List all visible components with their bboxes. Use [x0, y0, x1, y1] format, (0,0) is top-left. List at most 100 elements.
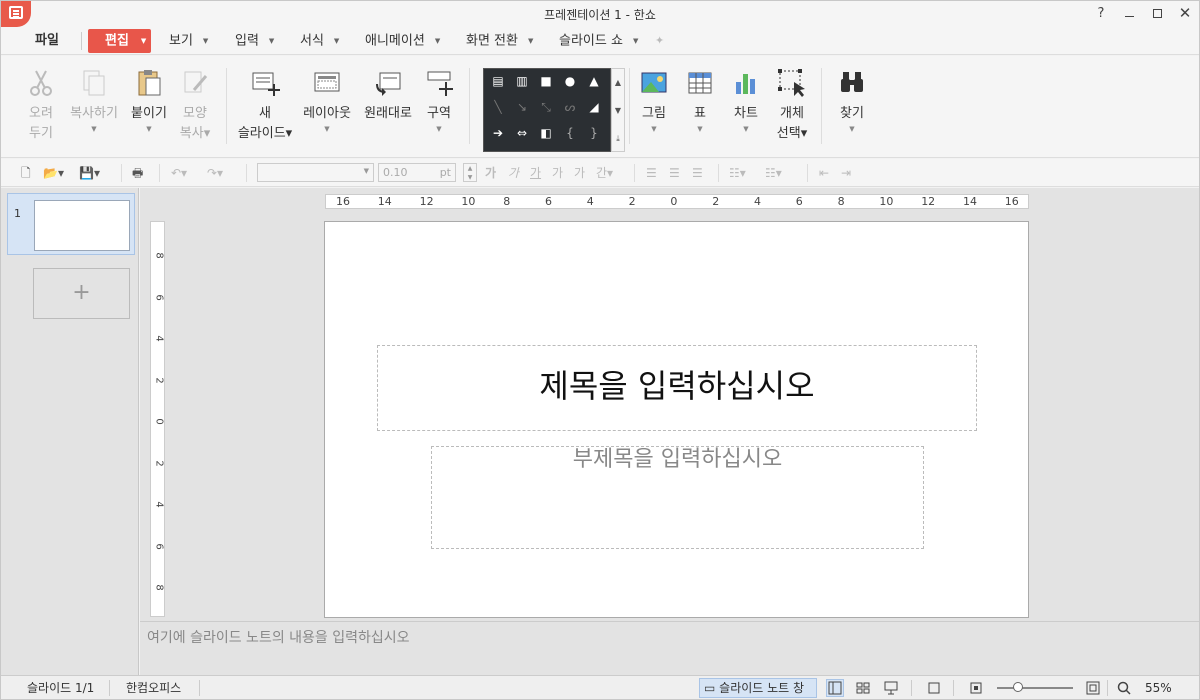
close-button[interactable]: ✕	[1177, 4, 1193, 22]
title-placeholder[interactable]: 제목을 입력하십시오	[377, 345, 977, 431]
bullet-list-icon[interactable]: ☷▾	[729, 165, 746, 181]
redo-icon[interactable]: ↷▾	[207, 165, 223, 181]
align-right-icon[interactable]: ☰	[692, 165, 703, 181]
scroll-up-icon[interactable]: ▲	[612, 69, 624, 97]
rectangle-shape-icon[interactable]: ■	[536, 71, 556, 91]
slideshow-view-icon[interactable]	[925, 679, 943, 697]
ribbon-divider	[629, 68, 630, 144]
textbox-shape-icon[interactable]: ▤	[488, 71, 508, 91]
menu-edit[interactable]: 편집 ▼	[88, 29, 151, 53]
left-right-arrow-shape-icon[interactable]: ⇔	[512, 123, 532, 143]
font-size-spinner[interactable]: ▲ ▼	[463, 163, 477, 182]
zoom-level[interactable]: 55%	[1145, 680, 1172, 696]
menu-view[interactable]: 보기 ▼	[169, 29, 208, 53]
cut-button[interactable]: 오려두기	[19, 68, 63, 144]
menu-file[interactable]: 파일	[35, 29, 59, 53]
chevron-down-icon: ▼	[202, 37, 209, 45]
save-icon[interactable]: 💾▾	[79, 165, 100, 181]
scissors-icon	[26, 68, 56, 98]
double-arrow-line-shape-icon[interactable]: ⤡	[536, 97, 556, 117]
select-object-button[interactable]: 개체 선택▾	[775, 68, 809, 144]
vertical-ruler[interactable]: 8 6 4 2 0 2 4 6 8	[150, 221, 165, 617]
undo-icon[interactable]: ↶▾	[171, 165, 187, 181]
menu-format[interactable]: 서식 ▼	[300, 29, 339, 53]
zoom-slider-track[interactable]	[997, 687, 1073, 689]
align-left-icon[interactable]: ☰	[646, 165, 657, 181]
print-icon[interactable]: 🖶	[132, 165, 143, 181]
minimize-button[interactable]	[1121, 4, 1137, 22]
zoom-slider-thumb[interactable]	[1013, 682, 1023, 692]
font-name-select[interactable]: ▼	[257, 163, 374, 182]
curve-shape-icon[interactable]: ᔕ	[560, 97, 580, 117]
slide-thumbnail-1[interactable]: 1	[7, 193, 135, 255]
circle-shape-icon[interactable]: ●	[560, 71, 580, 91]
shadow-button[interactable]: 간▾	[596, 165, 613, 181]
fit-window-icon[interactable]	[1084, 679, 1102, 697]
presenter-view-icon[interactable]	[882, 679, 900, 697]
chart-button[interactable]: 차트 ▼	[729, 68, 763, 134]
notes-pane-toggle[interactable]: ▭ 슬라이드 노트 창	[699, 678, 817, 698]
section-button[interactable]: 구역 ▼	[421, 68, 457, 134]
extension-icon[interactable]: ✦	[655, 34, 669, 47]
menu-slideshow[interactable]: 슬라이드 쇼 ▼	[559, 29, 638, 53]
horizontal-ruler[interactable]: 16 14 12 10 8 6 4 2 0 2 4 6 8 10 12 14 16	[325, 194, 1029, 209]
vertical-textbox-shape-icon[interactable]: ▥	[512, 71, 532, 91]
help-button[interactable]: ?	[1093, 4, 1109, 22]
right-arrow-shape-icon[interactable]: ➔	[488, 123, 508, 143]
toolbar-divider	[121, 164, 122, 182]
layout-button[interactable]: 레이아웃 ▼	[301, 68, 353, 134]
zoom-icon[interactable]	[1115, 679, 1133, 697]
paste-button[interactable]: 붙이기 ▼	[129, 68, 169, 134]
picture-button[interactable]: 그림 ▼	[637, 68, 671, 134]
notes-pane[interactable]: 여기에 슬라이드 노트의 내용을 입력하십시오	[140, 621, 1199, 675]
new-slide-button[interactable]: 새 슬라이드▾	[237, 68, 293, 144]
gallery-scroll[interactable]: ▲ ▼ ⤓	[611, 68, 625, 152]
strikethrough-button[interactable]: 가	[552, 165, 563, 181]
subtitle-placeholder[interactable]: 부제목을 입력하십시오	[431, 446, 924, 549]
new-slide-label-2: 슬라이드	[237, 126, 286, 141]
cube-shape-icon[interactable]: ◧	[536, 123, 556, 143]
normal-view-icon[interactable]	[826, 679, 844, 697]
table-button[interactable]: 표 ▼	[685, 68, 715, 134]
zoom-out-icon[interactable]	[967, 679, 985, 697]
slide-sorter-view-icon[interactable]	[854, 679, 872, 697]
italic-button[interactable]: 가	[508, 165, 519, 181]
new-document-icon[interactable]: 🗋	[21, 165, 31, 181]
ruler-tick-label: 6	[545, 195, 552, 208]
menu-transition[interactable]: 화면 전환 ▼	[466, 29, 533, 53]
decrease-indent-icon[interactable]: ⇤	[819, 165, 829, 181]
increase-indent-icon[interactable]: ⇥	[841, 165, 851, 181]
table-icon	[685, 68, 715, 98]
ribbon-divider	[821, 68, 822, 144]
reset-button[interactable]: 원래대로	[361, 68, 415, 124]
shape-gallery[interactable]: ▤ ▥ ■ ● ▲ ╲ ↘ ⤡ ᔕ ◢ ➔ ⇔ ◧ { }	[483, 68, 611, 152]
numbered-list-icon[interactable]: ☷▾	[765, 165, 782, 181]
open-folder-icon[interactable]: 📂▾	[43, 165, 64, 181]
menu-insert[interactable]: 입력 ▼	[235, 29, 274, 53]
cut-label-1: 오려	[29, 106, 53, 121]
arrow-line-shape-icon[interactable]: ↘	[512, 97, 532, 117]
menu-animation[interactable]: 애니메이션 ▼	[365, 29, 440, 53]
maximize-button[interactable]	[1149, 4, 1165, 22]
toolbar-divider	[718, 164, 719, 182]
underline-button[interactable]: 가	[530, 165, 541, 181]
copy-button[interactable]: 복사하기 ▼	[67, 68, 121, 134]
find-button[interactable]: 찾기 ▼	[835, 68, 869, 134]
expand-gallery-icon[interactable]: ⤓	[612, 125, 624, 153]
brace-shape-icon[interactable]: {	[560, 123, 580, 143]
line-shape-icon[interactable]: ╲	[488, 97, 508, 117]
scroll-down-icon[interactable]: ▼	[612, 97, 624, 125]
bold-button[interactable]: 가	[485, 165, 496, 181]
slide-canvas[interactable]: 제목을 입력하십시오 부제목을 입력하십시오	[324, 221, 1029, 618]
outline-button[interactable]: 가	[574, 165, 585, 181]
font-size-input[interactable]: 0.10 pt	[378, 163, 456, 182]
cut-label-2: 두기	[29, 126, 53, 141]
triangle-shape-icon[interactable]: ▲	[584, 71, 604, 91]
freeform-shape-icon[interactable]: ◢	[584, 97, 604, 117]
format-copy-button[interactable]: 모양 복사▾	[175, 68, 215, 144]
add-slide-button[interactable]: +	[33, 268, 130, 319]
right-brace-shape-icon[interactable]: }	[584, 123, 604, 143]
chevron-down-icon: ▼	[632, 37, 639, 45]
align-center-icon[interactable]: ☰	[669, 165, 680, 181]
font-size-unit: pt	[439, 166, 451, 179]
